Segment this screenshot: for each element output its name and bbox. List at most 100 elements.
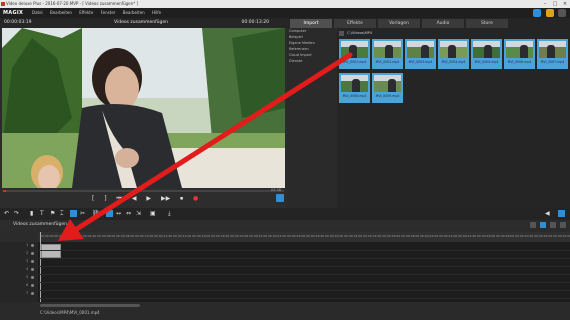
track-header[interactable]: 5 (0, 274, 38, 282)
view-storyboard-icon[interactable] (530, 222, 536, 228)
fast-forward-button[interactable]: ▶▶ (161, 195, 170, 202)
track-header[interactable]: 2 (0, 250, 38, 258)
link-icon[interactable]: ⛓ (92, 210, 100, 217)
track-divider (38, 298, 570, 299)
track-mute-icon[interactable] (31, 284, 34, 287)
track-header[interactable]: 6 (0, 282, 38, 290)
mark-out-button[interactable]: ] (104, 195, 106, 202)
view-mixer-icon[interactable] (560, 222, 566, 228)
menu-bearbeiten[interactable]: Bearbeiten (50, 10, 72, 15)
go-start-button[interactable]: ⏮ (117, 195, 122, 202)
settings-icon[interactable] (558, 9, 566, 17)
media-thumb[interactable]: MVI_0005.mp4 (471, 39, 502, 69)
ruler-tick: 00:00:10:00 (135, 234, 154, 238)
media-thumb[interactable]: MVI_0002.mp4 (372, 39, 403, 69)
notification-icon[interactable] (545, 9, 554, 17)
ruler-tick: 00:00:26:00 (287, 234, 306, 238)
media-thumb[interactable]: MVI_0007.mp4 (537, 39, 568, 69)
tab-vorlagen[interactable]: Vorlagen (378, 19, 420, 28)
close-button[interactable]: × (560, 0, 570, 8)
thumb-figure (547, 45, 555, 58)
ruler-tick: 00:00:42:00 (439, 234, 458, 238)
thumb-image (374, 41, 401, 58)
menu-bearbeiten-2[interactable]: Bearbeiten (123, 10, 145, 15)
menu-effekte[interactable]: Effekte (79, 10, 93, 15)
ruler-tick: 00:00:22:00 (249, 234, 268, 238)
track-header[interactable]: 3 (0, 258, 38, 266)
media-thumb[interactable]: MVI_0003.mp4 (405, 39, 436, 69)
thumb-label: MVI_0009.mp4 (375, 94, 400, 98)
scissors-icon[interactable]: ✂ (80, 210, 85, 217)
track-mute-icon[interactable] (31, 244, 34, 247)
track-header[interactable]: 7 (0, 290, 38, 298)
folder-up-icon[interactable] (339, 30, 344, 36)
select-mode-icon[interactable] (106, 210, 113, 217)
monitor-title[interactable]: Videos zusammenfügen (114, 18, 168, 28)
tab-effekte[interactable]: Effekte (334, 19, 376, 28)
mouse-mode-icon[interactable] (70, 210, 77, 217)
menu-hilfe[interactable]: Hilfe (152, 10, 161, 15)
menu-datei[interactable]: Datei (32, 10, 43, 15)
marker-icon[interactable]: ⚑ (50, 210, 55, 217)
timeline-ruler[interactable]: 00:00:00:00 00:00:02:00 00:00:04:00 00:00:0… (38, 232, 570, 242)
media-thumb[interactable]: MVI_0006.mp4 (504, 39, 535, 69)
folder-item[interactable]: Dienste (287, 58, 337, 64)
collapse-icon[interactable]: ◀ (545, 210, 550, 217)
thumb-figure (484, 45, 492, 58)
insert-icon[interactable]: ⤓ (168, 210, 171, 218)
timeline-clip[interactable] (41, 244, 61, 258)
media-thumb[interactable]: MVI_0001.mp4 (339, 39, 370, 69)
path-bar[interactable]: C:\Videos\MP4 (339, 30, 566, 37)
tab-store[interactable]: Store (466, 19, 508, 28)
export-icon[interactable] (276, 194, 284, 202)
split-icon[interactable]: ⌶ (60, 210, 64, 218)
track-mute-icon[interactable] (31, 252, 34, 255)
scrub-bar[interactable] (3, 190, 284, 192)
thumb-image (440, 41, 467, 58)
delete-icon[interactable]: ▮ (30, 210, 33, 217)
video-preview[interactable] (2, 28, 285, 188)
track-mute-icon[interactable] (31, 260, 34, 263)
ruler-tick: 00:00:28:00 (306, 234, 325, 238)
media-thumb[interactable]: MVI_0009.mp4 (372, 73, 403, 103)
track-mute-icon[interactable] (31, 276, 34, 279)
trim-icon[interactable]: ↔ (116, 210, 121, 217)
undo-icon[interactable]: ↶ (4, 210, 9, 217)
timeline-name[interactable]: Videos zusammenfügen (13, 220, 67, 230)
prev-frame-button[interactable]: ◀ (132, 195, 137, 202)
track-header[interactable]: 4 (0, 266, 38, 274)
horizontal-scrollbar[interactable] (40, 304, 140, 307)
maximize-button[interactable]: □ (550, 0, 560, 8)
ruler-tick: 00:00:18:00 (211, 234, 230, 238)
app-icon (1, 2, 5, 6)
minimize-button[interactable]: – (540, 0, 550, 8)
track-area[interactable] (38, 232, 570, 302)
help-icon[interactable] (533, 9, 542, 17)
ruler-tick: 00:00:52:00 (534, 234, 553, 238)
track-mute-icon[interactable] (31, 268, 34, 271)
play-button[interactable]: ▶ (146, 195, 151, 202)
cut-mode-icon[interactable]: ⇲ (136, 210, 141, 217)
menu-fenster[interactable]: Fenster (101, 10, 116, 15)
mark-in-button[interactable]: [ (92, 195, 94, 202)
tab-import[interactable]: Import (290, 19, 332, 28)
record-button[interactable]: ● (193, 195, 198, 202)
playhead[interactable] (40, 232, 41, 302)
media-thumb[interactable]: MVI_0004.mp4 (438, 39, 469, 69)
title-icon[interactable]: T (40, 210, 44, 217)
view-scene-icon[interactable] (550, 222, 556, 228)
ruler-tick: 00:00:06:00 (97, 234, 116, 238)
menu-bar: MAGIX Datei Bearbeiten Effekte Fenster B… (0, 8, 570, 18)
tab-audio[interactable]: Audio (422, 19, 464, 28)
stop-button[interactable]: ⏹ (180, 195, 183, 202)
track-mute-icon[interactable] (31, 292, 34, 295)
view-timeline-icon[interactable] (540, 222, 546, 228)
group-icon[interactable]: ▣ (150, 210, 156, 217)
thumb-figure (352, 79, 360, 92)
media-thumb[interactable]: MVI_0008.mp4 (339, 73, 370, 103)
redo-icon[interactable]: ↷ (14, 210, 19, 217)
expand-icon[interactable] (558, 210, 565, 217)
track-header[interactable]: 1 (0, 242, 38, 250)
stretch-icon[interactable]: ⇔ (126, 210, 131, 217)
thumb-image (407, 41, 434, 58)
